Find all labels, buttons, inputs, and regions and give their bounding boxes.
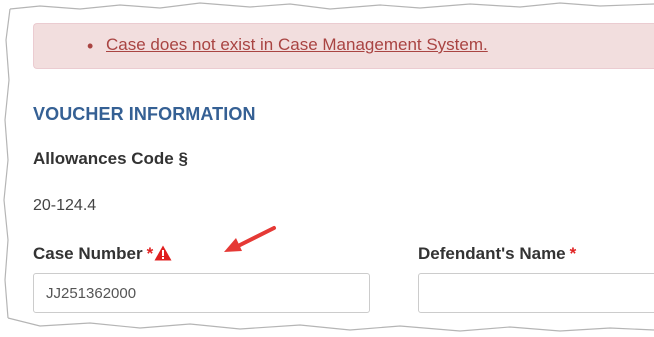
case-number-label-group: Case Number * xyxy=(33,244,172,266)
required-asterisk-icon: * xyxy=(146,244,154,263)
alert-error-link[interactable]: Case does not exist in Case Management S… xyxy=(106,35,488,55)
section-title: VOUCHER INFORMATION xyxy=(33,104,256,124)
case-number-input[interactable] xyxy=(33,273,370,313)
alert-bullet: • xyxy=(87,36,94,56)
screenshot-canvas: • Case does not exist in Case Management… xyxy=(0,0,654,337)
case-number-label: Case Number xyxy=(33,244,143,263)
allowances-code-value: 20-124.4 xyxy=(33,197,97,214)
allowances-code-label: Allowances Code § xyxy=(33,149,188,168)
warning-triangle-icon[interactable] xyxy=(154,245,172,266)
defendant-name-label-group: Defendant's Name * xyxy=(418,244,576,264)
defendant-name-input[interactable] xyxy=(418,273,654,313)
error-alert: • Case does not exist in Case Management… xyxy=(33,23,654,69)
required-asterisk-icon: * xyxy=(569,244,577,263)
defendant-name-label: Defendant's Name xyxy=(418,244,566,263)
